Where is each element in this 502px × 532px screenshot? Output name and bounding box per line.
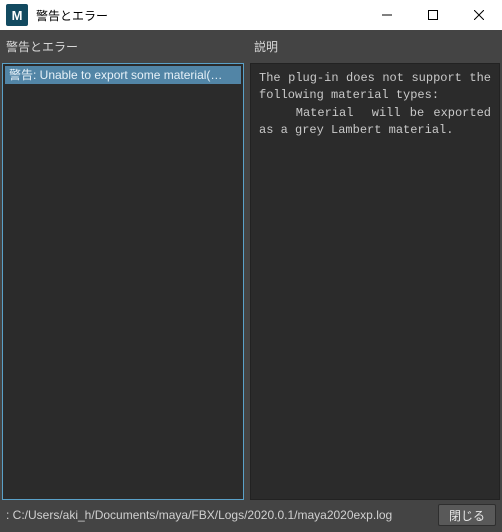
window-minimize-button[interactable] [364,0,410,30]
status-bar: : C:/Users/aki_h/Documents/maya/FBX/Logs… [2,500,500,530]
description-panel: The plug-in does not support the followi… [250,63,500,500]
app-icon: M [6,4,28,26]
log-file-path: : C:/Users/aki_h/Documents/maya/FBX/Logs… [6,508,430,522]
warnings-column: 警告とエラー 警告: Unable to export some materia… [2,32,244,500]
close-button[interactable]: 閉じる [438,504,496,526]
app-body: 警告とエラー 警告: Unable to export some materia… [0,30,502,532]
app-icon-letter: M [12,8,23,23]
window-close-button[interactable] [456,0,502,30]
window-title: 警告とエラー [36,7,364,24]
description-header: 説明 [250,32,500,63]
warnings-list[interactable]: 警告: Unable to export some material(… [2,63,244,500]
warnings-header: 警告とエラー [2,32,244,63]
window-maximize-button[interactable] [410,0,456,30]
warning-item[interactable]: 警告: Unable to export some material(… [5,66,241,84]
description-text: The plug-in does not support the followi… [251,64,499,146]
close-button-label: 閉じる [449,507,485,524]
content-columns: 警告とエラー 警告: Unable to export some materia… [2,32,500,500]
window-titlebar: M 警告とエラー [0,0,502,30]
description-column: 説明 The plug-in does not support the foll… [250,32,500,500]
